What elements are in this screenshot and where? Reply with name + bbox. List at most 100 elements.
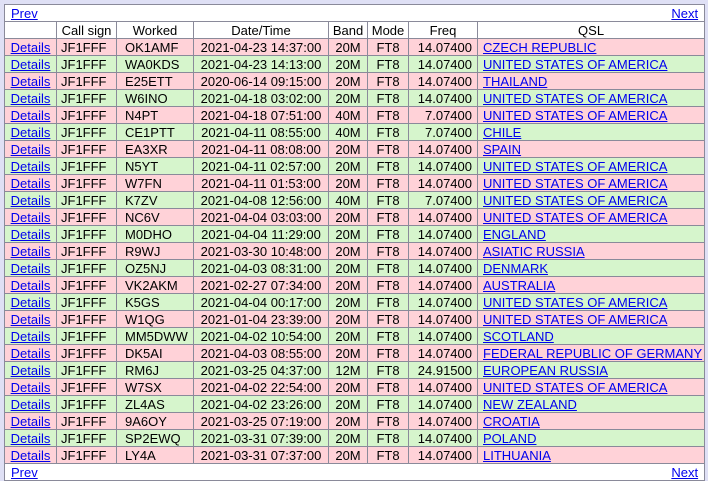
- worked-cell: ZL4AS: [116, 395, 194, 413]
- details-link[interactable]: Details: [11, 261, 51, 276]
- band-cell: 20M: [328, 225, 368, 243]
- details-link[interactable]: Details: [11, 210, 51, 225]
- band-cell: 20M: [328, 140, 368, 158]
- details-cell: Details: [4, 429, 57, 447]
- details-link[interactable]: Details: [11, 244, 51, 259]
- datetime-cell: 2021-04-08 12:56:00: [193, 191, 329, 209]
- freq-cell: 14.07400: [408, 225, 478, 243]
- qsl-country-link[interactable]: NEW ZEALAND: [483, 397, 577, 412]
- details-link[interactable]: Details: [11, 380, 51, 395]
- qsl-country-link[interactable]: UNITED STATES OF AMERICA: [483, 176, 667, 191]
- band-cell: 20M: [328, 395, 368, 413]
- table-row: Details JF1FFF W6INO 2021-04-18 03:02:00 20M…: [4, 89, 706, 107]
- call-sign-cell: JF1FFF: [56, 293, 117, 311]
- details-link[interactable]: Details: [11, 414, 51, 429]
- qsl-country-link[interactable]: UNITED STATES OF AMERICA: [483, 295, 667, 310]
- call-sign-cell: JF1FFF: [56, 106, 117, 124]
- freq-cell: 14.07400: [408, 395, 478, 413]
- next-link-bottom[interactable]: Next: [671, 465, 703, 480]
- band-cell: 40M: [328, 191, 368, 209]
- band-cell: 20M: [328, 89, 368, 107]
- freq-cell: 7.07400: [408, 106, 478, 124]
- call-sign-cell: JF1FFF: [56, 140, 117, 158]
- details-cell: Details: [4, 344, 57, 362]
- details-link[interactable]: Details: [11, 159, 51, 174]
- details-link[interactable]: Details: [11, 431, 51, 446]
- qsl-country-link[interactable]: ENGLAND: [483, 227, 546, 242]
- qsl-country-link[interactable]: AUSTRALIA: [483, 278, 555, 293]
- qsl-country-link[interactable]: UNITED STATES OF AMERICA: [483, 91, 667, 106]
- details-link[interactable]: Details: [11, 312, 51, 327]
- mode-cell: FT8: [367, 446, 409, 464]
- details-link[interactable]: Details: [11, 227, 51, 242]
- mode-cell: FT8: [367, 293, 409, 311]
- qsl-country-link[interactable]: CHILE: [483, 125, 521, 140]
- details-link[interactable]: Details: [11, 74, 51, 89]
- qsl-country-link[interactable]: DENMARK: [483, 261, 548, 276]
- header-freq: Freq: [408, 21, 478, 39]
- details-link[interactable]: Details: [11, 91, 51, 106]
- details-link[interactable]: Details: [11, 193, 51, 208]
- qso-log-panel: Prev Next Call sign Worked Date/Time Ban…: [3, 4, 706, 481]
- header-band: Band: [328, 21, 368, 39]
- prev-link-top[interactable]: Prev: [6, 6, 38, 21]
- details-link[interactable]: Details: [11, 295, 51, 310]
- qsl-country-link[interactable]: LITHUANIA: [483, 448, 551, 463]
- prev-link-bottom[interactable]: Prev: [6, 465, 38, 480]
- qsl-country-link[interactable]: UNITED STATES OF AMERICA: [483, 159, 667, 174]
- qsl-country-link[interactable]: UNITED STATES OF AMERICA: [483, 312, 667, 327]
- details-link[interactable]: Details: [11, 176, 51, 191]
- qsl-country-link[interactable]: UNITED STATES OF AMERICA: [483, 210, 667, 225]
- mode-cell: FT8: [367, 361, 409, 379]
- worked-cell: DK5AI: [116, 344, 194, 362]
- band-cell: 20M: [328, 72, 368, 90]
- worked-cell: VK2AKM: [116, 276, 194, 294]
- header-details: [4, 21, 57, 39]
- qsl-country-link[interactable]: CROATIA: [483, 414, 540, 429]
- mode-cell: FT8: [367, 327, 409, 345]
- qsl-country-link[interactable]: CZECH REPUBLIC: [483, 40, 596, 55]
- next-link-top[interactable]: Next: [671, 6, 703, 21]
- worked-cell: WA0KDS: [116, 55, 194, 73]
- details-link[interactable]: Details: [11, 363, 51, 378]
- qsl-country-link[interactable]: EUROPEAN RUSSIA: [483, 363, 608, 378]
- call-sign-cell: JF1FFF: [56, 259, 117, 277]
- worked-cell: N5YT: [116, 157, 194, 175]
- details-cell: Details: [4, 140, 57, 158]
- band-cell: 40M: [328, 123, 368, 141]
- details-link[interactable]: Details: [11, 448, 51, 463]
- details-link[interactable]: Details: [11, 40, 51, 55]
- qsl-country-link[interactable]: FEDERAL REPUBLIC OF GERMANY: [483, 346, 702, 361]
- band-cell: 20M: [328, 208, 368, 226]
- details-link[interactable]: Details: [11, 329, 51, 344]
- freq-cell: 14.07400: [408, 293, 478, 311]
- worked-cell: LY4A: [116, 446, 194, 464]
- call-sign-cell: JF1FFF: [56, 89, 117, 107]
- details-link[interactable]: Details: [11, 142, 51, 157]
- qsl-country-link[interactable]: UNITED STATES OF AMERICA: [483, 193, 667, 208]
- details-link[interactable]: Details: [11, 125, 51, 140]
- qsl-country-link[interactable]: ASIATIC RUSSIA: [483, 244, 585, 259]
- qsl-country-cell: POLAND: [476, 429, 706, 447]
- call-sign-cell: JF1FFF: [56, 446, 117, 464]
- qsl-country-link[interactable]: THAILAND: [483, 74, 547, 89]
- qsl-country-link[interactable]: SCOTLAND: [483, 329, 554, 344]
- datetime-cell: 2021-03-31 07:39:00: [193, 429, 329, 447]
- details-link[interactable]: Details: [11, 346, 51, 361]
- band-cell: 20M: [328, 327, 368, 345]
- mode-cell: FT8: [367, 191, 409, 209]
- datetime-cell: 2021-04-11 02:57:00: [193, 157, 329, 175]
- datetime-cell: 2021-01-04 23:39:00: [193, 310, 329, 328]
- table-row: Details JF1FFF RM6J 2021-03-25 04:37:00 12M F…: [4, 361, 706, 379]
- details-link[interactable]: Details: [11, 397, 51, 412]
- qsl-country-link[interactable]: UNITED STATES OF AMERICA: [483, 57, 667, 72]
- qsl-country-link[interactable]: UNITED STATES OF AMERICA: [483, 380, 667, 395]
- qsl-country-link[interactable]: UNITED STATES OF AMERICA: [483, 108, 667, 123]
- datetime-cell: 2021-02-27 07:34:00: [193, 276, 329, 294]
- qsl-country-link[interactable]: SPAIN: [483, 142, 521, 157]
- details-link[interactable]: Details: [11, 108, 51, 123]
- details-cell: Details: [4, 157, 57, 175]
- qsl-country-link[interactable]: POLAND: [483, 431, 536, 446]
- details-link[interactable]: Details: [11, 278, 51, 293]
- details-link[interactable]: Details: [11, 57, 51, 72]
